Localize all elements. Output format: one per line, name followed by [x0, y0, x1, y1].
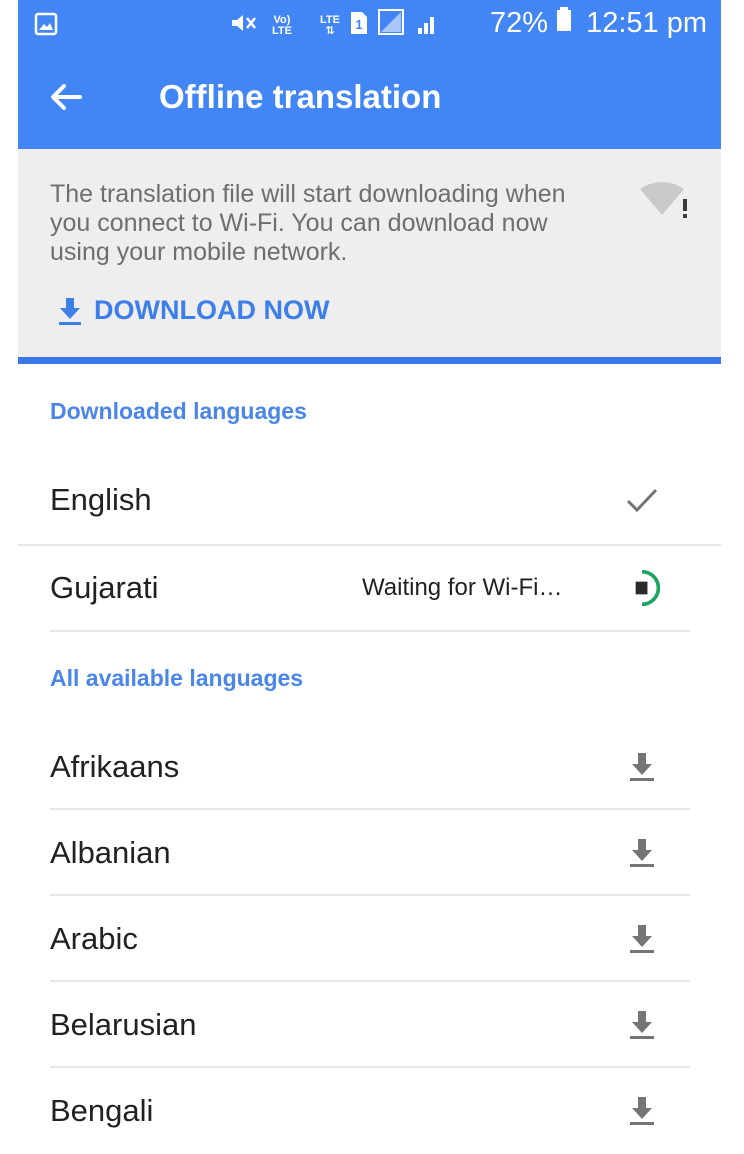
language-name: Bengali — [50, 1093, 154, 1128]
app-toolbar: Offline translation — [18, 46, 721, 149]
page-title: Offline translation — [159, 78, 442, 115]
download-now-label: DOWNLOAD NOW — [94, 295, 330, 325]
language-name: Afrikaans — [50, 749, 180, 784]
row-divider — [50, 630, 690, 632]
mute-icon — [228, 10, 262, 43]
clock: 12:51 pm — [586, 6, 707, 39]
app-screen: Vo) LTE LTE ⇅ 1 72% 12:51 pm Offline tra… — [18, 0, 721, 1149]
status-right: 72% 12:51 pm — [490, 6, 707, 40]
download-icon[interactable] — [622, 747, 662, 787]
status-icons: Vo) LTE LTE ⇅ 1 — [228, 9, 440, 43]
status-bar: Vo) LTE LTE ⇅ 1 72% 12:51 pm — [18, 0, 721, 46]
download-icon[interactable] — [622, 833, 662, 873]
signal-strength-icon — [416, 10, 440, 43]
language-row-arabic[interactable]: Arabic — [18, 896, 690, 982]
wifi-banner: The translation file will start download… — [18, 149, 721, 357]
wifi-warning-icon — [638, 179, 694, 223]
downloaded-languages-header: Downloaded languages — [50, 398, 307, 424]
banner-divider — [18, 357, 721, 364]
language-name: Arabic — [50, 921, 138, 956]
language-name: English — [50, 482, 152, 517]
language-row-afrikaans[interactable]: Afrikaans — [18, 724, 690, 810]
language-name: Gujarati — [50, 570, 159, 605]
volte-icon: Vo) LTE — [272, 15, 292, 37]
language-row-bengali[interactable]: Bengali — [18, 1068, 690, 1154]
download-now-button[interactable]: DOWNLOAD NOW — [56, 295, 329, 326]
arrow-back-icon — [51, 84, 82, 110]
download-icon[interactable] — [622, 1005, 662, 1045]
language-row-albanian[interactable]: Albanian — [18, 810, 690, 896]
sim-slot-label: 1 — [355, 17, 362, 32]
language-row-gujarati[interactable]: Gujarati Waiting for Wi-Fi… — [18, 545, 690, 631]
language-row-belarusian[interactable]: Belarusian — [18, 982, 690, 1068]
back-button[interactable] — [46, 77, 86, 117]
language-row-english[interactable]: English — [18, 457, 690, 543]
data-arrows-icon: ⇅ — [325, 25, 335, 37]
download-icon[interactable] — [622, 919, 662, 959]
language-name: Belarusian — [50, 1007, 197, 1042]
gallery-notification-icon — [34, 11, 58, 44]
signal-weak-icon — [377, 9, 406, 43]
battery-icon — [556, 6, 572, 40]
stop-download-progress-icon[interactable] — [622, 568, 662, 608]
banner-message: The translation file will start download… — [50, 180, 566, 266]
download-icon[interactable] — [622, 1091, 662, 1131]
battery-percent: 72% — [490, 6, 549, 39]
language-name: Albanian — [50, 835, 171, 870]
download-status: Waiting for Wi-Fi… — [362, 574, 563, 601]
download-icon — [59, 297, 81, 325]
volte-bottom-label: LTE — [272, 25, 292, 37]
sim-icon: 1 — [350, 10, 368, 43]
check-icon — [622, 480, 662, 520]
available-languages-header: All available languages — [50, 665, 304, 691]
lte-data-icon: LTE ⇅ — [320, 15, 340, 37]
